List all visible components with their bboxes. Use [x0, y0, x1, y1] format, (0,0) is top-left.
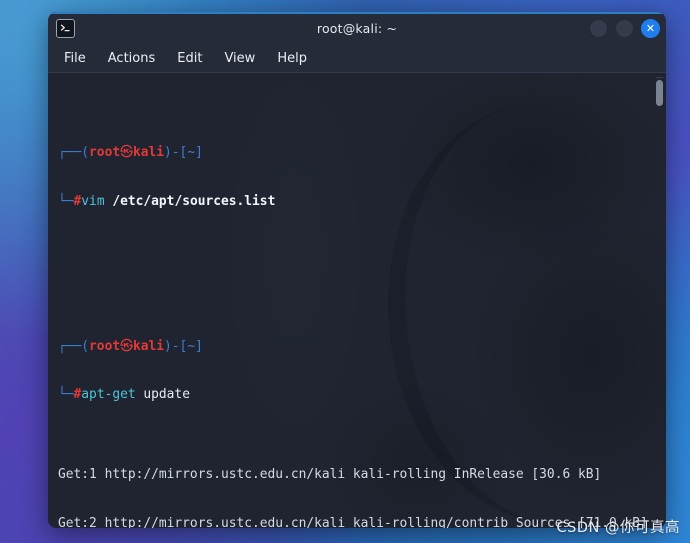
menubar: File Actions Edit View Help [48, 44, 666, 73]
prompt-bracket-close-1: ] [195, 145, 203, 161]
prompt-close-paren-1: )-[ [164, 145, 188, 161]
minimize-button[interactable] [589, 18, 608, 38]
output-line: Get:1 http://mirrors.ustc.edu.cn/kali ka… [58, 467, 602, 483]
maximize-button[interactable] [615, 18, 634, 38]
prompt-line-top-2: ┌──(root㉿kali)-[~] [58, 339, 652, 355]
menu-item-actions[interactable]: Actions [108, 51, 156, 66]
window-titlebar[interactable]: root@kali: ~ ✕ [48, 12, 666, 44]
command-line-2: └─#apt-get update [58, 387, 652, 403]
menu-item-edit[interactable]: Edit [177, 51, 202, 66]
prompt-at-symbol-1: ㉿ [120, 145, 133, 161]
menu-item-help[interactable]: Help [277, 51, 307, 66]
watermark-text: CSDN @你可真高 [556, 520, 680, 536]
window-title: root@kali: ~ [316, 20, 398, 36]
command-name-2: apt-get [81, 386, 136, 402]
prompt-corner-top-1: ┌──( [58, 145, 90, 161]
prompt-corner-bottom-2: └─ [58, 386, 74, 402]
prompt-at-symbol-2: ㉿ [120, 338, 133, 354]
prompt-close-paren-2: )-[ [164, 338, 188, 354]
menu-item-view[interactable]: View [224, 51, 255, 66]
prompt-host-2: kali [132, 338, 165, 354]
prompt-user-1: root [89, 145, 121, 161]
prompt-user-2: root [89, 338, 121, 354]
menu-item-file[interactable]: File [64, 51, 86, 66]
terminal-body[interactable]: ┌──(root㉿kali)-[~] └─#vim /etc/apt/sourc… [48, 73, 666, 528]
window-controls: ✕ [589, 18, 660, 38]
command-args-2: update [135, 386, 190, 402]
prompt-corner-bottom-1: └─ [58, 193, 74, 209]
prompt-host-1: kali [132, 145, 165, 161]
desktop-wallpaper: root@kali: ~ ✕ File Actions Edit View He… [0, 0, 690, 543]
scrollbar-thumb[interactable] [656, 80, 663, 106]
prompt-path-2: ~ [187, 338, 196, 354]
command-name-1: vim [81, 193, 105, 209]
command-args-1: /etc/apt/sources.list [104, 193, 276, 209]
scrollbar-track[interactable] [656, 77, 663, 528]
terminal-window: root@kali: ~ ✕ File Actions Edit View He… [48, 12, 666, 528]
terminal-icon [56, 18, 75, 38]
terminal-scrollbar[interactable] [653, 73, 666, 528]
prompt-corner-top-2: ┌──( [58, 338, 90, 354]
prompt-bracket-close-2: ] [195, 338, 203, 354]
command-line-1: └─#vim /etc/apt/sources.list [58, 194, 652, 210]
prompt-path-1: ~ [187, 145, 196, 161]
prompt-line-top-1: ┌──(root㉿kali)-[~] [58, 145, 652, 161]
close-button[interactable]: ✕ [641, 18, 660, 38]
terminal-screen[interactable]: ┌──(root㉿kali)-[~] └─#vim /etc/apt/sourc… [48, 73, 666, 528]
